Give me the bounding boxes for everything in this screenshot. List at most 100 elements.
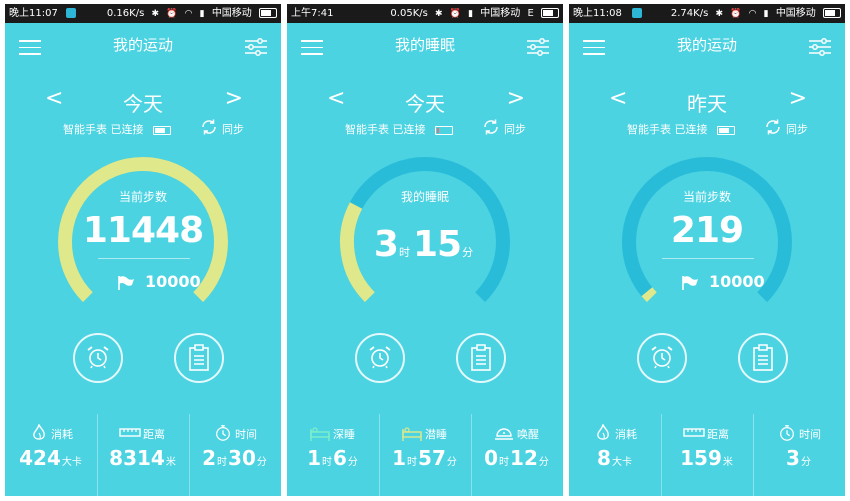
sync-button[interactable]: 同步	[786, 121, 808, 137]
step-goal: 10000	[117, 272, 201, 291]
network-speed: 0.16K/s	[106, 8, 145, 19]
alarm-button[interactable]	[73, 333, 123, 383]
clipboard-icon	[471, 344, 491, 371]
distance-stat: 距离 159米	[661, 414, 754, 496]
alarm-button[interactable]	[637, 333, 687, 383]
sync-icon[interactable]	[200, 118, 218, 136]
stat-value: 159米	[680, 446, 733, 470]
metric-label: 我的睡眠	[400, 190, 449, 204]
goal-value: 10000	[145, 272, 201, 291]
stat-value: 0时12分	[484, 446, 549, 470]
light-sleep-stat: 潜睡 1时57分	[379, 414, 472, 496]
watch-status-text: 智能手表 已连接	[63, 123, 144, 136]
next-day-chevron-icon[interactable]: >	[789, 86, 807, 112]
wifi-icon: ◠	[748, 9, 757, 19]
stat-value: 3分	[786, 446, 811, 470]
metric-label: 当前步数	[118, 190, 167, 204]
settings-sliders-icon[interactable]	[809, 38, 831, 56]
alarm-clock-icon	[651, 346, 673, 369]
stat-value: 2时30分	[202, 446, 267, 470]
status-bar: 晚上11:07 0.16K/s ✱ ⏰ ◠ ▮ 中国移动	[5, 4, 281, 23]
sync-icon[interactable]	[764, 118, 782, 136]
alarm-button[interactable]	[355, 333, 405, 383]
flag-icon	[682, 275, 698, 290]
sync-button[interactable]: 同步	[222, 121, 244, 137]
stat-value: 8314米	[109, 446, 176, 470]
network-type: E	[527, 8, 534, 19]
stats-row: 消耗 424大卡 距离 8314米 时间 2时30分	[5, 414, 281, 496]
screen-steps-yesterday: 晚上11:08 2.74K/s ✱ ⏰ ◠ ▮ 中国移动 我的运动 < 昨天 >…	[569, 4, 845, 496]
alarm-clock-icon	[87, 346, 109, 369]
ruler-icon	[119, 428, 141, 437]
carrier-name: 中国移动	[775, 8, 816, 19]
app-notification-icon	[632, 8, 642, 18]
flag-icon	[118, 275, 134, 290]
step-count: 219	[670, 210, 744, 251]
signal-icon: ▮	[468, 9, 474, 19]
carrier-name: 中国移动	[480, 8, 521, 19]
watch-battery-icon	[717, 125, 735, 135]
watch-connection-status: 智能手表 已连接	[63, 121, 171, 137]
stat-value: 8大卡	[597, 446, 632, 470]
next-day-chevron-icon[interactable]: >	[507, 86, 525, 112]
stat-value: 1时6分	[307, 446, 358, 470]
watch-battery-low-icon	[435, 125, 453, 135]
bluetooth-icon: ✱	[715, 9, 724, 19]
light-sleep-icon	[402, 427, 422, 441]
metric-label: 当前步数	[682, 190, 731, 204]
stat-value: 1时57分	[392, 446, 457, 470]
settings-sliders-icon[interactable]	[245, 38, 267, 56]
carrier-name: 中国移动	[211, 8, 252, 19]
stopwatch-icon	[216, 425, 230, 441]
alarm-clock-icon	[369, 346, 391, 369]
report-button[interactable]	[174, 333, 224, 383]
divider	[98, 258, 190, 259]
sync-button[interactable]: 同步	[504, 121, 526, 137]
stats-row: 消耗 8大卡 距离 159米 时间 3分	[569, 414, 845, 496]
step-goal: 10000	[681, 272, 765, 291]
app-notification-icon	[66, 8, 76, 18]
stat-label: 消耗	[51, 428, 73, 441]
watch-status-text: 智能手表 已连接	[627, 123, 708, 136]
sync-icon[interactable]	[482, 118, 500, 136]
report-button[interactable]	[456, 333, 506, 383]
clipboard-icon	[753, 344, 773, 371]
page-title: 我的运动	[676, 36, 737, 54]
report-button[interactable]	[738, 333, 788, 383]
settings-sliders-icon[interactable]	[527, 38, 549, 56]
goal-value: 10000	[709, 272, 765, 291]
bluetooth-icon: ✱	[435, 9, 443, 19]
step-count: 11448	[82, 210, 204, 251]
battery-icon	[541, 8, 559, 18]
sleep-duration: 3时15分	[373, 224, 474, 265]
deep-sleep-icon	[310, 427, 330, 441]
watch-connection-status: 智能手表 已连接	[627, 121, 735, 137]
status-time: 晚上11:07	[9, 8, 58, 19]
stat-label: 时间	[235, 428, 257, 441]
bluetooth-icon: ✱	[151, 9, 160, 19]
watch-status-text: 智能手表 已连接	[345, 123, 426, 136]
signal-icon: ▮	[763, 9, 769, 19]
signal-icon: ▮	[199, 9, 205, 19]
alarm-status-icon: ⏰	[730, 9, 742, 19]
deep-sleep-stat: 深睡 1时6分	[287, 414, 380, 496]
stat-label: 深睡	[333, 428, 355, 441]
battery-icon	[823, 8, 841, 18]
distance-stat: 距离 8314米	[97, 414, 190, 496]
flame-icon	[33, 424, 45, 440]
calories-stat: 消耗 8大卡	[569, 414, 662, 496]
calories-stat: 消耗 424大卡	[5, 414, 98, 496]
stat-label: 潜睡	[425, 428, 447, 441]
watch-battery-icon	[153, 125, 171, 135]
stat-value: 424大卡	[19, 446, 82, 470]
gauge-progress	[641, 287, 657, 303]
stopwatch-icon	[780, 425, 794, 441]
ruler-icon	[683, 428, 705, 437]
watch-connection-status: 智能手表 已连接	[345, 121, 453, 137]
awake-stat: 唤醒 0时12分	[471, 414, 563, 496]
time-stat: 时间 2时30分	[189, 414, 281, 496]
status-time: 晚上11:08	[573, 8, 622, 19]
stat-label: 消耗	[615, 428, 637, 441]
alarm-status-icon: ⏰	[449, 9, 461, 19]
next-day-chevron-icon[interactable]: >	[225, 86, 243, 112]
